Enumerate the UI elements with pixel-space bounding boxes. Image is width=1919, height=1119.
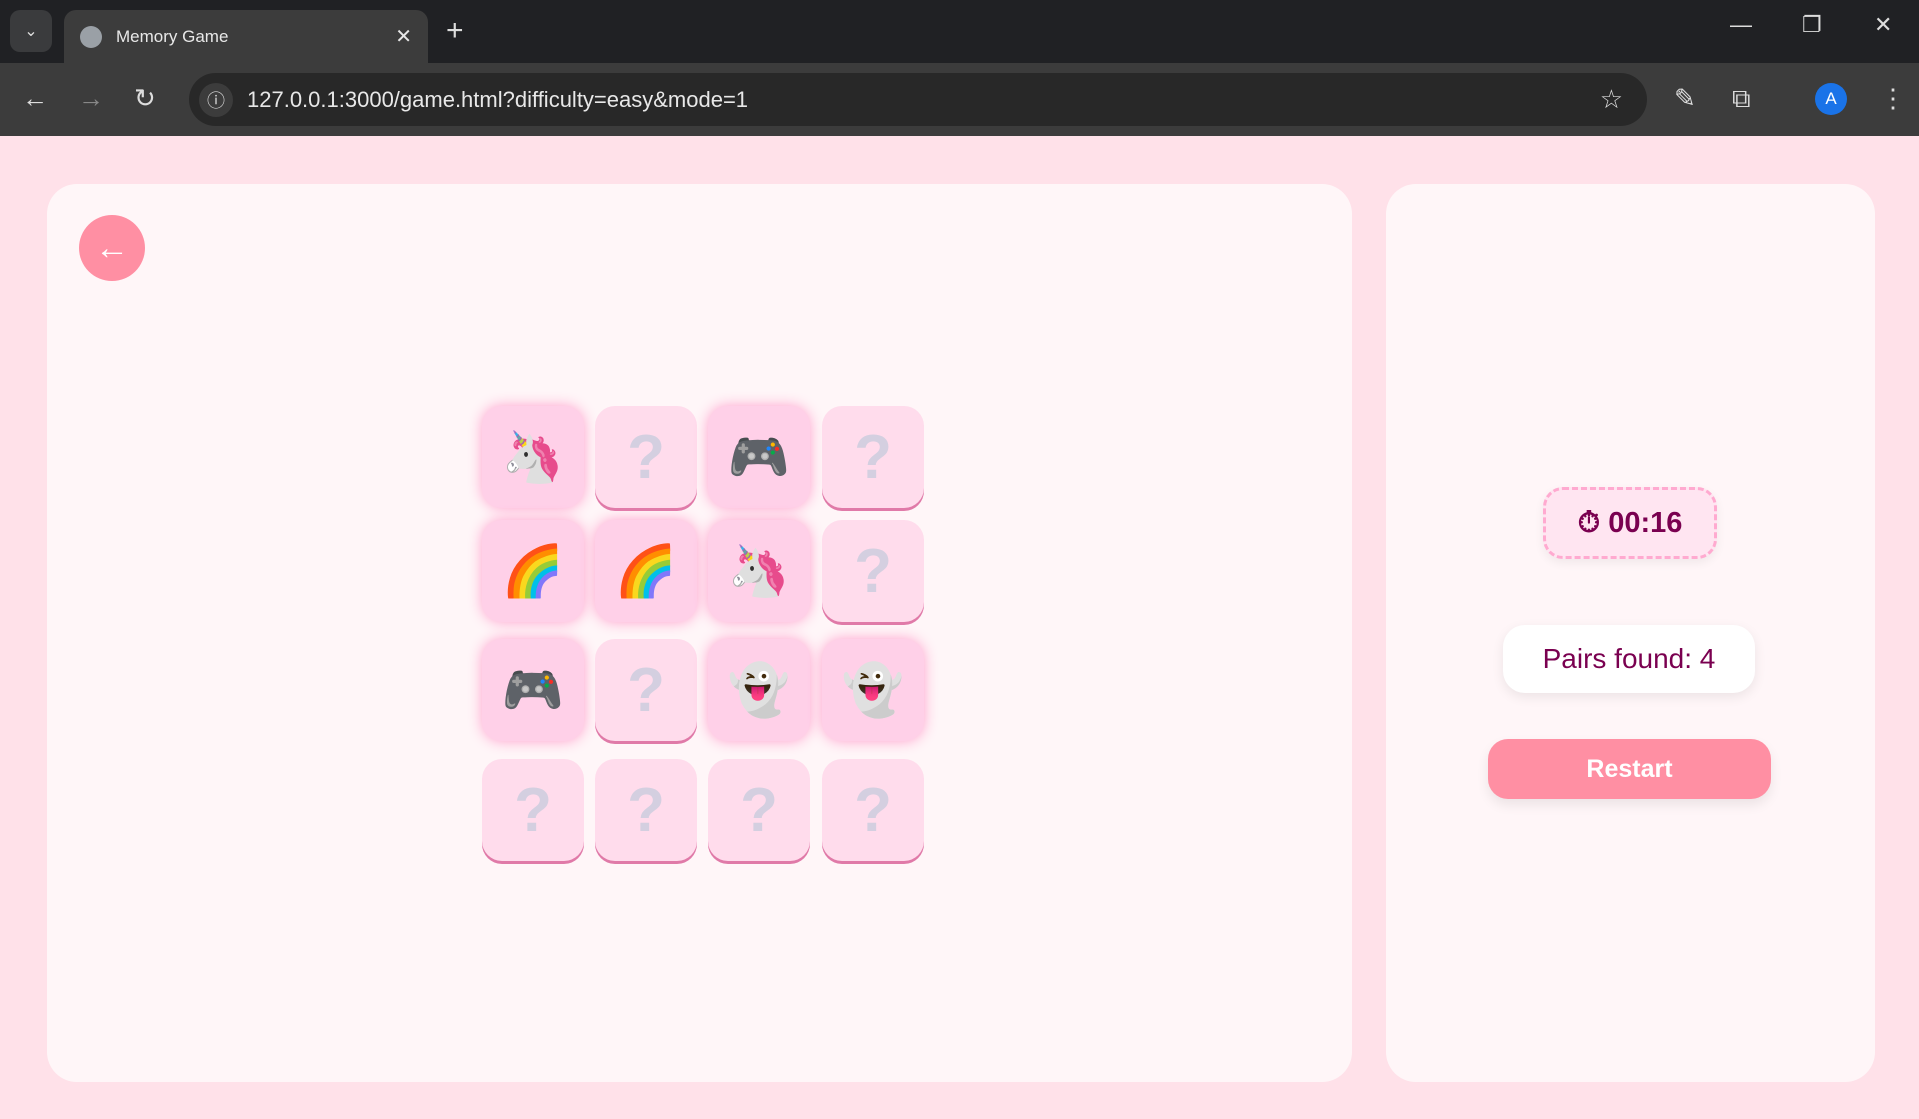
memory-card[interactable]: ? bbox=[595, 406, 697, 508]
question-mark-icon: ? bbox=[514, 775, 552, 845]
memory-card[interactable]: 👻 bbox=[822, 639, 924, 741]
question-mark-icon: ? bbox=[854, 422, 892, 492]
bookmark-star-icon[interactable]: ☆ bbox=[1600, 84, 1623, 115]
close-window-button[interactable]: ✕ bbox=[1874, 12, 1892, 38]
pairs-found: Pairs found: 4 bbox=[1503, 625, 1755, 693]
memory-card[interactable]: 🌈 bbox=[482, 520, 584, 622]
close-tab-icon[interactable]: ✕ bbox=[395, 24, 412, 49]
minimize-button[interactable]: — bbox=[1730, 12, 1752, 38]
memory-card[interactable]: 🦄 bbox=[708, 520, 810, 622]
extensions-icon[interactable]: ⧉ bbox=[1732, 83, 1751, 115]
memory-card[interactable]: 🎮 bbox=[482, 639, 584, 741]
card-face: 👻 bbox=[727, 660, 791, 719]
card-face: 🎮 bbox=[501, 660, 565, 719]
memory-card[interactable]: 🌈 bbox=[595, 520, 697, 622]
profile-avatar[interactable]: A bbox=[1815, 83, 1847, 115]
question-mark-icon: ? bbox=[627, 655, 665, 725]
memory-card[interactable]: 👻 bbox=[708, 639, 810, 741]
stopwatch-icon: ⏱ bbox=[1577, 506, 1601, 539]
reload-button[interactable]: ↻ bbox=[134, 83, 156, 114]
timer-display: ⏱ 00:16 bbox=[1543, 487, 1717, 559]
eyedropper-icon[interactable]: ✎ bbox=[1674, 83, 1696, 114]
tab-search-button[interactable]: ⌄ bbox=[10, 10, 52, 52]
tab-title: Memory Game bbox=[116, 26, 229, 46]
card-face: 🌈 bbox=[614, 541, 678, 600]
memory-card[interactable]: ? bbox=[595, 759, 697, 861]
card-face: 🦄 bbox=[727, 541, 791, 600]
site-info-icon[interactable]: ⓘ bbox=[199, 82, 233, 117]
question-mark-icon: ? bbox=[627, 775, 665, 845]
restore-button[interactable]: ❐ bbox=[1802, 12, 1822, 38]
restart-button[interactable]: Restart bbox=[1488, 739, 1771, 799]
memory-card[interactable]: ? bbox=[822, 520, 924, 622]
memory-card[interactable]: ? bbox=[822, 406, 924, 508]
memory-card[interactable]: ? bbox=[595, 639, 697, 741]
new-tab-button[interactable]: + bbox=[446, 14, 464, 48]
memory-card[interactable]: ? bbox=[708, 759, 810, 861]
back-button[interactable]: ← bbox=[79, 215, 145, 281]
question-mark-icon: ? bbox=[854, 536, 892, 606]
timer-value: 00:16 bbox=[1608, 506, 1683, 539]
browser-tab-bar: ⌄ Memory Game ✕ + — ❐ ✕ bbox=[0, 0, 1919, 63]
memory-card[interactable]: 🎮 bbox=[708, 406, 810, 508]
memory-card[interactable]: 🦄 bbox=[482, 406, 584, 508]
card-face: 🎮 bbox=[727, 427, 791, 486]
browser-toolbar: ← → ↻ ⓘ 127.0.0.1:3000/game.html?difficu… bbox=[0, 63, 1919, 136]
card-face: 👻 bbox=[841, 660, 905, 719]
address-bar[interactable]: ⓘ 127.0.0.1:3000/game.html?difficulty=ea… bbox=[189, 73, 1647, 126]
question-mark-icon: ? bbox=[854, 775, 892, 845]
url-text[interactable]: 127.0.0.1:3000/game.html?difficulty=easy… bbox=[247, 87, 748, 113]
menu-icon[interactable]: ⋮ bbox=[1880, 83, 1906, 114]
forward-nav-button[interactable]: → bbox=[78, 83, 104, 114]
globe-icon bbox=[80, 25, 102, 48]
memory-card[interactable]: ? bbox=[482, 759, 584, 861]
browser-tab[interactable]: Memory Game ✕ bbox=[64, 10, 428, 63]
card-face: 🦄 bbox=[501, 427, 565, 486]
game-board-panel bbox=[47, 184, 1352, 1082]
back-nav-button[interactable]: ← bbox=[22, 83, 48, 114]
card-face: 🌈 bbox=[501, 541, 565, 600]
question-mark-icon: ? bbox=[627, 422, 665, 492]
memory-card[interactable]: ? bbox=[822, 759, 924, 861]
question-mark-icon: ? bbox=[740, 775, 778, 845]
